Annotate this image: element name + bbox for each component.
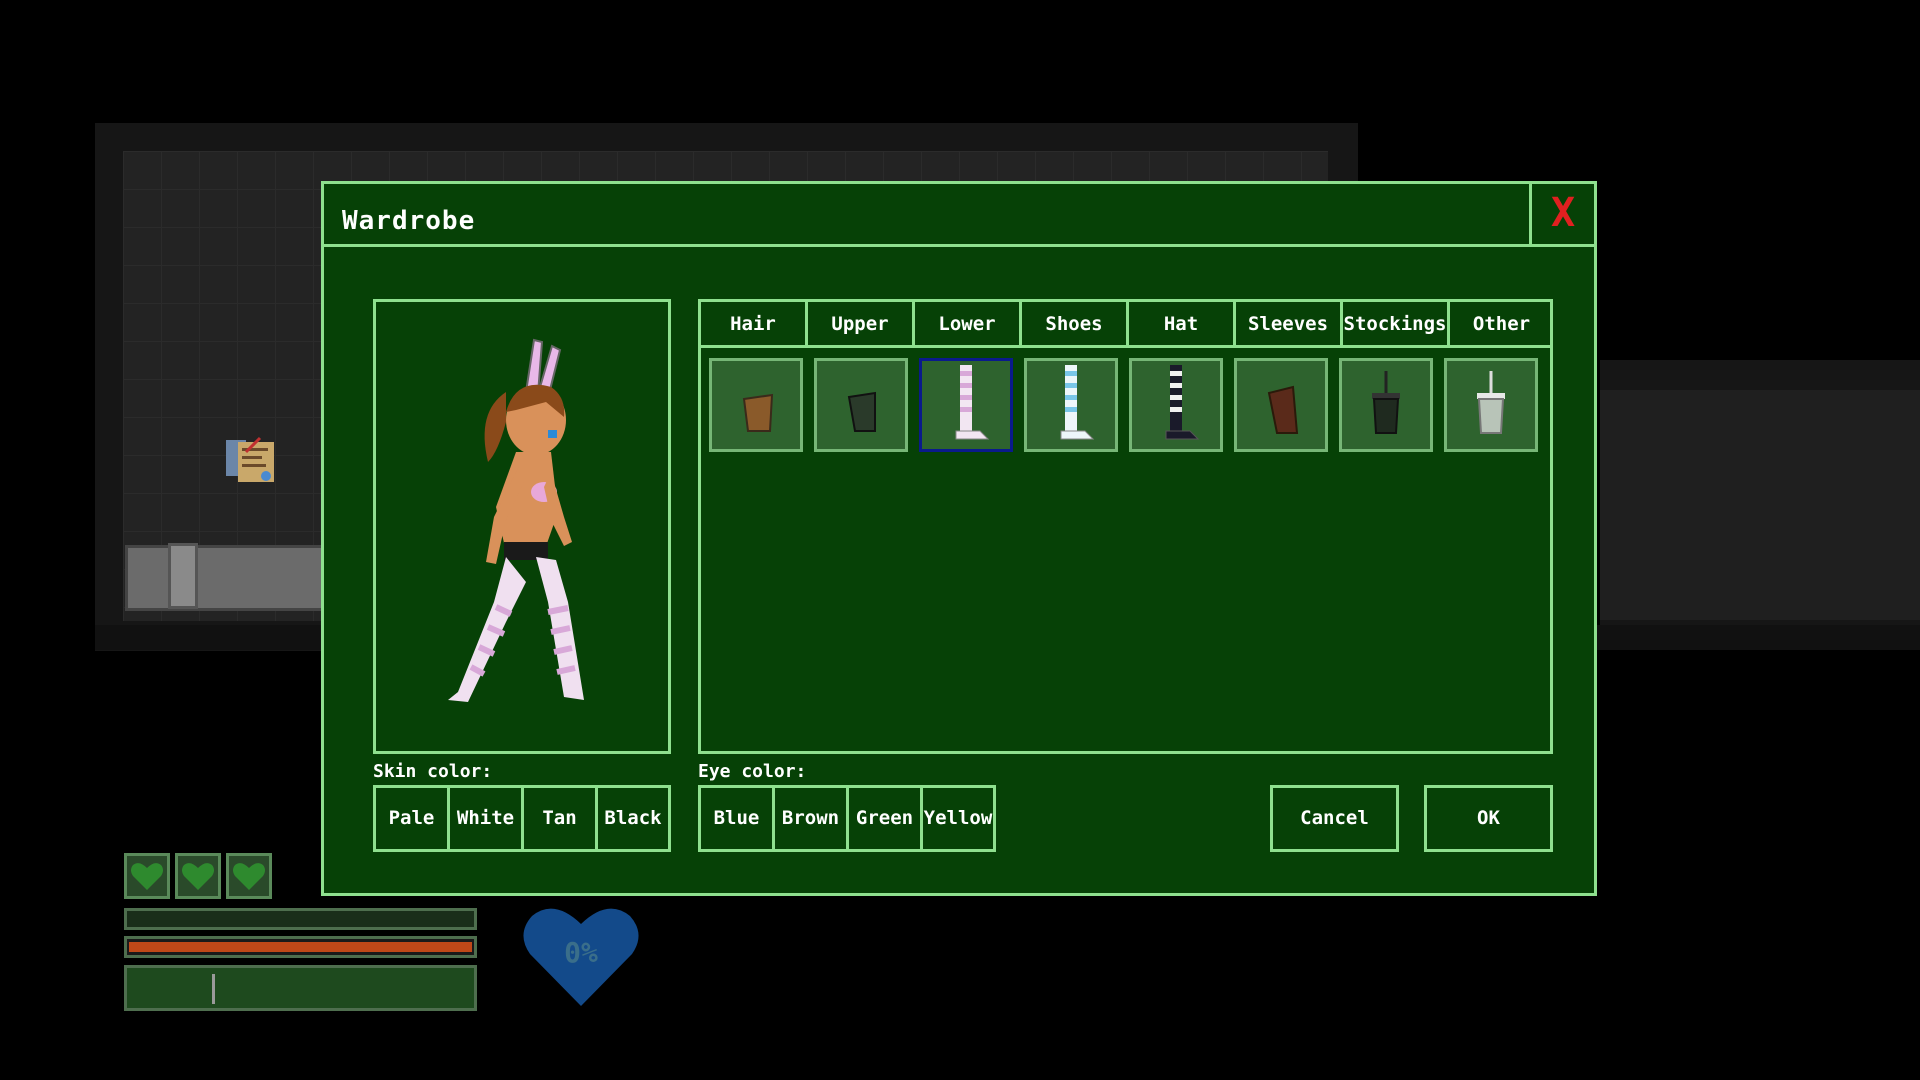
tab-lower[interactable]: Lower [915,302,1022,348]
category-tabs: Hair Upper Lower Shoes Hat Sleeves Stock… [701,302,1553,348]
skin-black-button[interactable]: Black [598,788,668,849]
stamina-bar [124,908,477,930]
tab-hat[interactable]: Hat [1129,302,1236,348]
item-grid [709,358,1538,452]
ok-button[interactable]: OK [1424,785,1553,852]
room-right-background [1600,360,1920,650]
eye-blue-button[interactable]: Blue [701,788,775,849]
item-slot[interactable] [814,358,908,452]
green-heart-icon [233,863,265,890]
tab-stockings[interactable]: Stockings [1343,302,1450,348]
tab-hair[interactable]: Hair [701,302,808,348]
health-hearts [124,853,272,899]
eye-color-options: Blue Brown Green Yellow [698,785,996,852]
close-button[interactable]: X [1529,184,1594,244]
close-icon: X [1550,190,1576,236]
item-slot[interactable] [1024,358,1118,452]
heart-slot [226,853,272,899]
green-heart-icon [182,863,214,890]
dialog-title: Wardrobe [342,206,476,236]
item-slot-selected[interactable] [919,358,1013,452]
white-cup-straw-icon [1477,371,1505,434]
clipboard-icon [226,436,274,482]
room-right-wall [1600,390,1920,620]
heart-slot [175,853,221,899]
character-sprite [448,338,584,702]
progress-bar [124,965,477,1011]
arousal-percent: 0% [564,936,598,969]
cancel-button[interactable]: Cancel [1270,785,1399,852]
dark-cup-straw-icon [1372,371,1400,434]
dialog-titlebar: Wardrobe X [324,184,1594,247]
tab-upper[interactable]: Upper [808,302,915,348]
tab-sleeves[interactable]: Sleeves [1236,302,1343,348]
clothing-panel: Hair Upper Lower Shoes Hat Sleeves Stock… [698,299,1553,754]
skin-pale-button[interactable]: Pale [376,788,450,849]
wardrobe-dialog: Wardrobe X Hair Upper Lower Shoes Hat Sl… [321,181,1597,896]
eye-brown-button[interactable]: Brown [775,788,849,849]
energy-bar-fill [129,942,472,952]
heart-slot [124,853,170,899]
eye-green-button[interactable]: Green [849,788,923,849]
bed-headboard [168,543,198,609]
dark-cup-icon [847,391,876,432]
blue-striped-stocking-icon [1060,365,1095,440]
bed [125,545,331,611]
brown-sleeve-icon [1267,385,1299,434]
progress-marker [212,974,215,1004]
green-heart-icon [131,863,163,890]
eye-yellow-button[interactable]: Yellow [923,788,993,849]
eye-color-label: Eye color: [698,761,807,782]
energy-bar [124,936,477,958]
brown-cup-icon [742,393,774,432]
tab-other[interactable]: Other [1450,302,1553,348]
skin-color-label: Skin color: [373,761,493,782]
item-slot[interactable] [709,358,803,452]
skin-tan-button[interactable]: Tan [524,788,598,849]
item-slot[interactable] [1234,358,1328,452]
black-striped-stocking-icon [1165,365,1200,440]
item-slot[interactable] [1129,358,1223,452]
tab-shoes[interactable]: Shoes [1022,302,1129,348]
skin-color-options: Pale White Tan Black [373,785,671,852]
item-slot[interactable] [1444,358,1538,452]
character-preview [373,299,671,754]
pink-striped-stocking-icon [955,365,990,440]
skin-white-button[interactable]: White [450,788,524,849]
item-slot[interactable] [1339,358,1433,452]
